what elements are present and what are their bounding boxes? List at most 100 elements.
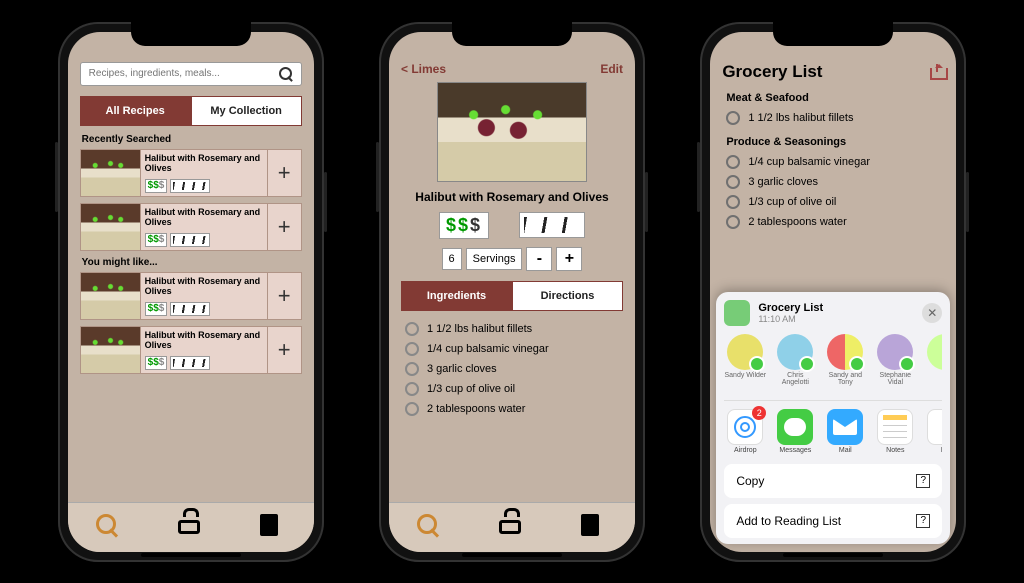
ingredients-list: 1 1/2 lbs halibut fillets 1/4 cup balsam… — [401, 319, 623, 419]
close-icon[interactable]: ✕ — [922, 303, 942, 323]
grocery-item[interactable]: 1/4 cup balsamic vinegar — [722, 152, 944, 172]
grocery-list-screen: Grocery List Meat & Seafood 1 1/2 lbs ha… — [710, 32, 956, 232]
ingredient-item[interactable]: 1/3 cup of olive oil — [401, 379, 623, 399]
share-apps-row: 2 Airdrop Messages Mail Notes — [724, 400, 942, 454]
share-icon[interactable] — [930, 64, 944, 80]
checkbox-icon[interactable] — [726, 215, 740, 229]
airdrop-icon: 2 — [727, 409, 763, 445]
back-button[interactable]: < Limes — [401, 62, 446, 76]
app-icon — [927, 409, 942, 445]
difficulty-rating — [170, 302, 210, 316]
tab-search-icon[interactable] — [96, 514, 122, 540]
grocery-item[interactable]: 2 tablespoons water — [722, 212, 944, 232]
share-title: Grocery List — [758, 302, 914, 314]
difficulty-rating — [170, 233, 210, 247]
price-rating: $$$ — [439, 212, 489, 239]
recipe-card[interactable]: Halibut with Rosemary and Olives $$$ + — [80, 149, 302, 197]
checkbox-icon[interactable] — [726, 155, 740, 169]
recipe-card[interactable]: Halibut with Rosemary and Olives $$$ + — [80, 203, 302, 251]
edit-button[interactable]: Edit — [600, 62, 623, 76]
section-header-recent: Recently Searched — [82, 134, 302, 145]
tab-my-collection[interactable]: My Collection — [191, 96, 302, 126]
recipe-card[interactable]: Halibut with Rosemary and Olives $$$ + — [80, 326, 302, 374]
checkbox-icon[interactable] — [726, 195, 740, 209]
copy-icon: ? — [916, 474, 930, 488]
servings-value: 6 — [442, 248, 462, 270]
search-bar[interactable] — [80, 62, 302, 86]
add-recipe-button[interactable]: + — [267, 150, 301, 196]
checkbox-icon[interactable] — [405, 342, 419, 356]
action-copy[interactable]: Copy ? — [724, 464, 942, 498]
difficulty-rating — [519, 212, 585, 238]
share-contact[interactable]: Chris Angelotti — [774, 334, 816, 386]
share-app-messages[interactable]: Messages — [774, 409, 816, 454]
share-contact[interactable]: Sandy and Tony — [824, 334, 866, 386]
tab-all-recipes[interactable]: All Recipes — [80, 96, 191, 126]
share-contact[interactable]: Sandy Wilder — [724, 334, 766, 386]
ingredient-item[interactable]: 1 1/2 lbs halibut fillets — [401, 319, 623, 339]
home-indicator — [462, 553, 562, 557]
checkbox-icon[interactable] — [726, 111, 740, 125]
notch — [773, 22, 893, 46]
price-rating: $$$ — [145, 233, 168, 247]
recipe-card[interactable]: Halibut with Rosemary and Olives $$$ + — [80, 272, 302, 320]
tab-search-icon[interactable] — [417, 514, 443, 540]
checkbox-icon[interactable] — [405, 382, 419, 396]
tab-ingredients[interactable]: Ingredients — [401, 281, 512, 311]
recipe-thumbnail — [81, 204, 141, 250]
servings-increment[interactable]: + — [556, 247, 582, 271]
servings-decrement[interactable]: - — [526, 247, 552, 271]
servings-label: Servings — [466, 248, 523, 270]
add-recipe-button[interactable]: + — [267, 327, 301, 373]
checkbox-icon[interactable] — [405, 362, 419, 376]
checkbox-icon[interactable] — [405, 402, 419, 416]
tab-book-icon[interactable] — [260, 514, 286, 540]
share-app-more[interactable]: Re — [924, 409, 942, 454]
ingredient-item[interactable]: 2 tablespoons water — [401, 399, 623, 419]
avatar — [727, 334, 763, 370]
ingredient-item[interactable]: 3 garlic cloves — [401, 359, 623, 379]
reading-list-icon: ? — [916, 514, 930, 528]
recipe-thumbnail — [81, 327, 141, 373]
grocery-item[interactable]: 3 garlic cloves — [722, 172, 944, 192]
home-indicator — [783, 553, 883, 557]
share-app-mail[interactable]: Mail — [824, 409, 866, 454]
search-icon — [279, 67, 293, 81]
share-contact[interactable]: Stephanie Vidal — [874, 334, 916, 386]
avatar — [827, 334, 863, 370]
share-app-airdrop[interactable]: 2 Airdrop — [724, 409, 766, 454]
checkbox-icon[interactable] — [726, 175, 740, 189]
home-indicator — [141, 553, 241, 557]
difficulty-rating — [170, 356, 210, 370]
share-subtitle: 11:10 AM — [758, 314, 914, 324]
add-recipe-button[interactable]: + — [267, 204, 301, 250]
search-input[interactable] — [89, 68, 279, 79]
recipe-hero-image — [437, 82, 587, 182]
recipe-title: Halibut with Rosemary and Olives — [145, 276, 263, 297]
grocery-item[interactable]: 1/3 cup of olive oil — [722, 192, 944, 212]
tab-bar — [68, 502, 314, 552]
grocery-item[interactable]: 1 1/2 lbs halibut fillets — [722, 108, 944, 128]
action-reading-list[interactable]: Add to Reading List ? — [724, 504, 942, 538]
price-rating: $$$ — [145, 179, 168, 193]
recipe-thumbnail — [81, 273, 141, 319]
notch — [131, 22, 251, 46]
tab-basket-icon[interactable] — [178, 514, 204, 540]
add-recipe-button[interactable]: + — [267, 273, 301, 319]
recipe-title: Halibut with Rosemary and Olives — [145, 207, 263, 228]
share-app-notes[interactable]: Notes — [874, 409, 916, 454]
share-contact[interactable]: A — [924, 334, 942, 386]
share-sheet: Grocery List 11:10 AM ✕ Sandy Wilder Chr… — [716, 292, 950, 544]
tab-directions[interactable]: Directions — [512, 281, 623, 311]
tab-basket-icon[interactable] — [499, 514, 525, 540]
notes-icon — [877, 409, 913, 445]
recipe-title: Halibut with Rosemary and Olives — [145, 330, 263, 351]
checkbox-icon[interactable] — [405, 322, 419, 336]
phone-mockup-search: All Recipes My Collection Recently Searc… — [58, 22, 324, 562]
ingredient-item[interactable]: 1/4 cup balsamic vinegar — [401, 339, 623, 359]
group-header: Produce & Seasonings — [726, 136, 944, 148]
price-rating: $$$ — [145, 356, 168, 370]
avatar — [877, 334, 913, 370]
tab-book-icon[interactable] — [581, 514, 607, 540]
messages-icon — [777, 409, 813, 445]
